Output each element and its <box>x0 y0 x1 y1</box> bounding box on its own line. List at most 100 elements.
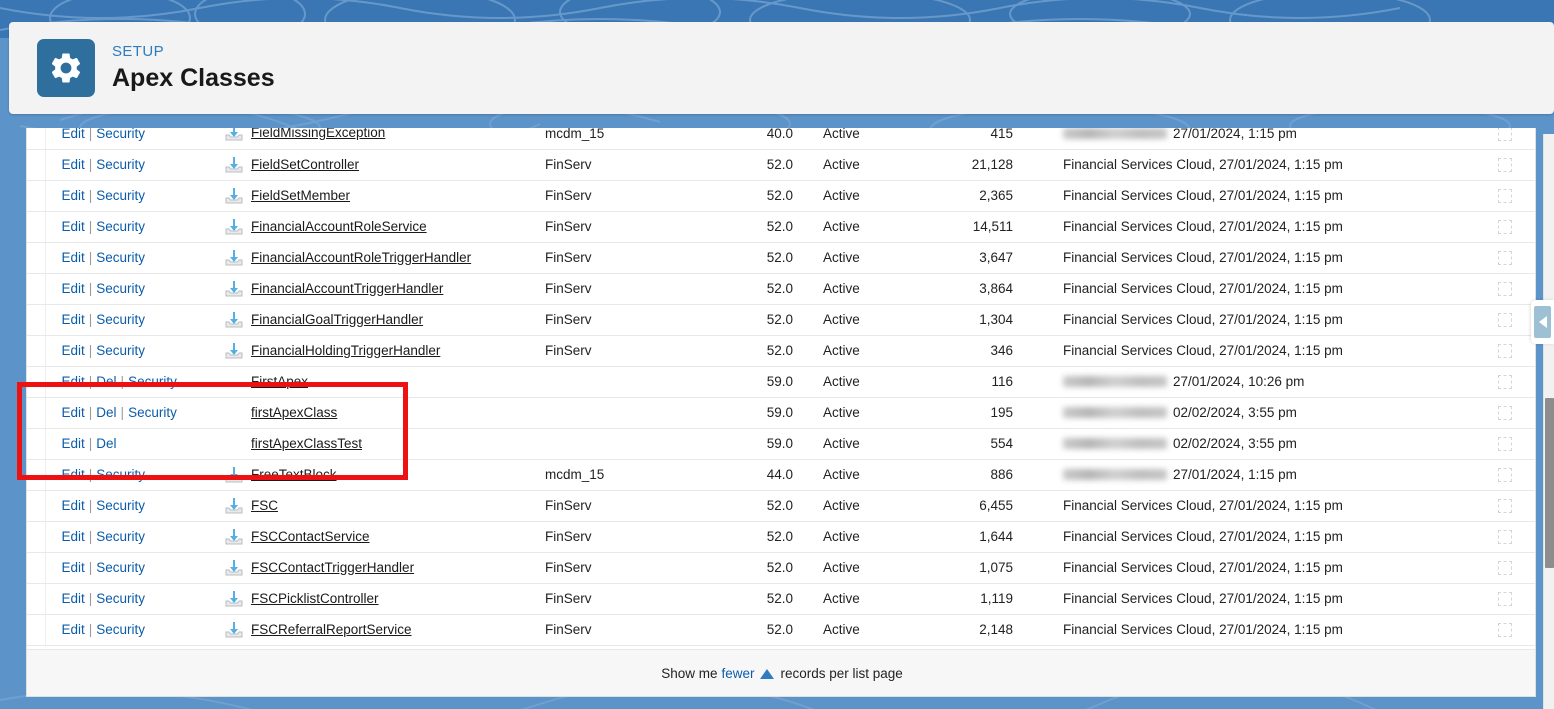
action-edit-link[interactable]: Edit <box>62 622 85 637</box>
apex-class-link[interactable]: FreeTextBlock <box>251 467 337 482</box>
download-icon[interactable] <box>225 280 243 297</box>
apex-class-link[interactable]: FinancialAccountRoleService <box>251 219 427 234</box>
apex-class-link[interactable]: FSCContactTriggerHandler <box>251 560 414 575</box>
action-edit-link[interactable]: Edit <box>62 312 85 327</box>
download-icon[interactable] <box>225 218 243 235</box>
download-icon[interactable] <box>225 128 243 141</box>
list-footer: Show me fewer records per list page <box>27 649 1535 696</box>
action-separator: | <box>88 374 93 389</box>
modified-date: 27/01/2024, 1:15 pm <box>1219 498 1343 513</box>
row-checkbox[interactable] <box>1498 220 1512 235</box>
action-edit-link[interactable]: Edit <box>62 157 85 172</box>
apex-class-link[interactable]: FinancialAccountRoleTriggerHandler <box>251 250 471 265</box>
row-name: FreeTextBlock <box>225 459 545 491</box>
modified-date: 27/01/2024, 1:15 pm <box>1173 467 1297 482</box>
apex-class-link[interactable]: FSCPicklistController <box>251 591 379 606</box>
download-icon[interactable] <box>225 311 243 328</box>
row-namespace: mcdm_15 <box>545 459 695 491</box>
scrollbar-thumb[interactable] <box>1545 398 1554 568</box>
row-checkbox[interactable] <box>1498 313 1512 328</box>
action-edit-link[interactable]: Edit <box>62 250 85 265</box>
apex-class-link[interactable]: FieldSetController <box>251 157 359 172</box>
action-del-link[interactable]: Del <box>96 374 116 389</box>
row-checkbox[interactable] <box>1498 437 1512 452</box>
download-icon[interactable] <box>225 590 243 607</box>
action-edit-link[interactable]: Edit <box>62 219 85 234</box>
action-security-link[interactable]: Security <box>96 529 145 544</box>
row-status: Active <box>815 242 915 274</box>
action-security-link[interactable]: Security <box>96 591 145 606</box>
action-edit-link[interactable]: Edit <box>62 436 85 451</box>
apex-class-link[interactable]: FieldMissingException <box>251 128 385 140</box>
action-edit-link[interactable]: Edit <box>62 498 85 513</box>
download-icon[interactable] <box>225 187 243 204</box>
apex-class-link[interactable]: FieldSetMember <box>251 188 350 203</box>
download-icon[interactable] <box>225 528 243 545</box>
download-icon[interactable] <box>225 156 243 173</box>
apex-class-link[interactable]: firstApexClassTest <box>225 436 362 451</box>
row-namespace <box>545 397 695 429</box>
row-checkbox[interactable] <box>1498 251 1512 266</box>
row-checkbox[interactable] <box>1498 530 1512 545</box>
action-edit-link[interactable]: Edit <box>62 560 85 575</box>
action-security-link[interactable]: Security <box>96 128 145 141</box>
row-checkbox[interactable] <box>1498 592 1512 607</box>
apex-class-link[interactable]: FSCReferralReportService <box>251 622 412 637</box>
action-security-link[interactable]: Security <box>96 467 145 482</box>
action-security-link[interactable]: Security <box>96 219 145 234</box>
row-checkbox[interactable] <box>1498 158 1512 173</box>
apex-class-link[interactable]: FSC <box>251 498 278 513</box>
action-security-link[interactable]: Security <box>96 622 145 637</box>
action-edit-link[interactable]: Edit <box>62 128 85 141</box>
download-icon[interactable] <box>225 497 243 514</box>
action-del-link[interactable]: Del <box>96 436 116 451</box>
download-icon[interactable] <box>225 466 243 483</box>
action-security-link[interactable]: Security <box>96 250 145 265</box>
row-checkbox[interactable] <box>1498 344 1512 359</box>
action-edit-link[interactable]: Edit <box>62 374 85 389</box>
row-checkbox[interactable] <box>1498 189 1512 204</box>
row-checkbox[interactable] <box>1498 561 1512 576</box>
row-checkbox[interactable] <box>1498 468 1512 483</box>
row-checkbox[interactable] <box>1498 282 1512 297</box>
apex-class-link[interactable]: FinancialHoldingTriggerHandler <box>251 343 440 358</box>
action-edit-link[interactable]: Edit <box>62 281 85 296</box>
row-checkbox[interactable] <box>1498 406 1512 421</box>
row-checkbox[interactable] <box>1498 499 1512 514</box>
action-security-link[interactable]: Security <box>96 281 145 296</box>
apex-class-link[interactable]: firstApexClass <box>225 405 337 420</box>
download-icon[interactable] <box>225 621 243 638</box>
action-security-link[interactable]: Security <box>96 188 145 203</box>
show-fewer-link[interactable]: fewer <box>721 666 754 681</box>
row-checkbox-cell <box>1475 490 1535 522</box>
apex-class-link[interactable]: FirstApex <box>225 374 308 389</box>
row-checkbox[interactable] <box>1498 375 1512 390</box>
action-edit-link[interactable]: Edit <box>62 405 85 420</box>
action-security-link[interactable]: Security <box>96 343 145 358</box>
page-scrollbar[interactable] <box>1543 134 1554 709</box>
action-security-link[interactable]: Security <box>96 312 145 327</box>
row-actions: Edit | Security <box>45 180 225 212</box>
row-version: 52.0 <box>695 149 815 181</box>
row-checkbox[interactable] <box>1498 128 1512 141</box>
apex-class-link[interactable]: FinancialAccountTriggerHandler <box>251 281 443 296</box>
action-edit-link[interactable]: Edit <box>62 188 85 203</box>
collapse-panel-button[interactable] <box>1531 300 1554 344</box>
action-security-link[interactable]: Security <box>96 560 145 575</box>
row-gutter <box>27 459 46 491</box>
action-security-link[interactable]: Security <box>96 157 145 172</box>
action-edit-link[interactable]: Edit <box>62 591 85 606</box>
action-edit-link[interactable]: Edit <box>62 529 85 544</box>
action-security-link[interactable]: Security <box>128 374 177 389</box>
action-del-link[interactable]: Del <box>96 405 116 420</box>
download-icon[interactable] <box>225 342 243 359</box>
action-security-link[interactable]: Security <box>128 405 177 420</box>
download-icon[interactable] <box>225 249 243 266</box>
row-checkbox[interactable] <box>1498 623 1512 638</box>
action-edit-link[interactable]: Edit <box>62 467 85 482</box>
action-edit-link[interactable]: Edit <box>62 343 85 358</box>
download-icon[interactable] <box>225 559 243 576</box>
apex-class-link[interactable]: FSCContactService <box>251 529 370 544</box>
action-security-link[interactable]: Security <box>96 498 145 513</box>
apex-class-link[interactable]: FinancialGoalTriggerHandler <box>251 312 423 327</box>
